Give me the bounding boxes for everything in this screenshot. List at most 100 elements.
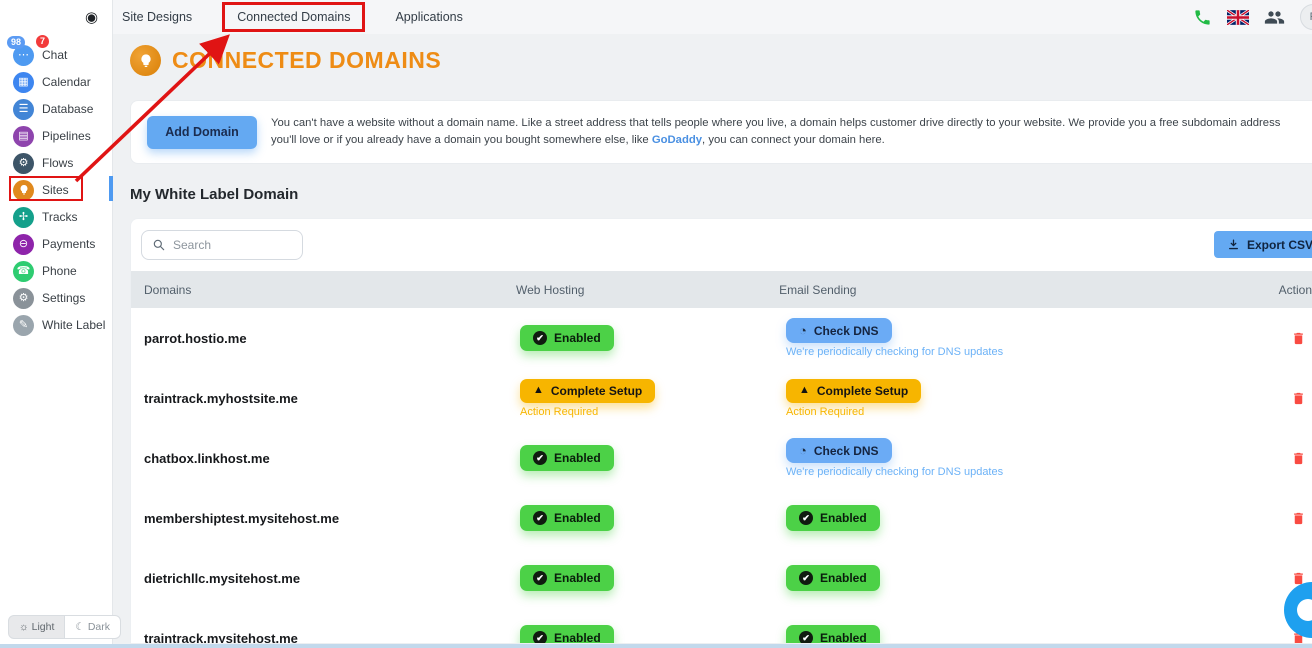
sidebar-item-label: Payments (42, 237, 96, 251)
status-cell: ✔ Enabled (786, 625, 880, 643)
table-header: Domains Web Hosting Email Sending Action (131, 271, 1312, 308)
domain-name: chatbox.linkhost.me (144, 450, 270, 466)
banner-description: You can't have a website without a domai… (271, 116, 1281, 147)
flows-icon: ⚙ (13, 152, 34, 174)
sidebar-item-payments[interactable]: ⊖ Payments (13, 233, 113, 255)
status-badge-enabled[interactable]: ✔ Enabled (520, 445, 614, 471)
add-domain-button[interactable]: Add Domain (147, 115, 257, 149)
column-header-email-sending: Email Sending (779, 282, 857, 297)
lightbulb-icon (130, 45, 161, 76)
trash-icon (1294, 392, 1303, 404)
sidebar-item-label: Settings (42, 291, 86, 305)
database-icon: ☰ (13, 98, 34, 120)
delete-button[interactable] (1291, 450, 1306, 467)
delete-button[interactable] (1291, 510, 1306, 527)
status-badge-enabled[interactable]: ✔ Enabled (520, 325, 614, 351)
status-cell: ✔ Enabled (786, 505, 880, 531)
search-input[interactable] (173, 238, 283, 252)
status-cell: ✔ Enabled (520, 325, 614, 351)
sidebar-item-pipelines[interactable]: ▤ Pipelines (13, 125, 113, 147)
status-badge-check-dns[interactable]: ◔ Check DNS (786, 318, 892, 343)
download-icon (1227, 238, 1240, 251)
godaddy-link[interactable]: GoDaddy (652, 134, 702, 146)
sidebar-item-database[interactable]: ☰ Database (13, 98, 113, 120)
dark-mode-button[interactable]: ☾ Dark (65, 615, 121, 639)
status-badge-enabled[interactable]: ✔ Enabled (786, 625, 880, 643)
warning-icon: ▲ (533, 384, 544, 396)
status-cell: ✔ Enabled (786, 565, 880, 591)
column-header-action: Action (1278, 282, 1312, 297)
tab-connected-domains[interactable]: Connected Domains (222, 2, 366, 32)
sidebar-item-label: Pipelines (42, 129, 91, 143)
sidebar-collapse-icon[interactable]: ◉ (85, 8, 98, 26)
status-subtext: We're periodically checking for DNS upda… (786, 346, 1004, 358)
search-box (141, 230, 303, 260)
column-header-web-hosting: Web Hosting (515, 282, 585, 297)
status-subtext: We're periodically checking for DNS upda… (786, 466, 1004, 478)
status-badge-enabled[interactable]: ✔ Enabled (786, 505, 880, 531)
sidebar-item-chat[interactable]: ⋯ Chat 98 7 (7, 34, 113, 66)
status-cell: ▲ Complete Setup Action Required (786, 378, 922, 418)
trash-icon (1294, 512, 1303, 524)
status-badge-check-dns[interactable]: ◔ Check DNS (786, 438, 892, 463)
table-row: parrot.hostio.me ✔ Enabled ◔ Check DNS We're … (131, 308, 1312, 368)
theme-toggle: ☼ Light ☾ Dark (8, 615, 121, 639)
phone-icon: ☎ (13, 260, 34, 282)
sidebar-item-settings[interactable]: ⚙ Settings (13, 287, 113, 309)
chat-count-badge: 7 (35, 34, 50, 49)
light-mode-button[interactable]: ☼ Light (8, 615, 66, 639)
tab-bar: Site Designs Connected Domains Applicati… (113, 2, 463, 32)
status-badge-complete-setup[interactable]: ▲ Complete Setup (520, 378, 656, 403)
warning-icon: ▲ (799, 384, 810, 396)
delete-button[interactable] (1291, 330, 1306, 347)
status-badge-complete-setup[interactable]: ▲ Complete Setup (786, 378, 922, 403)
table-row: dietrichllc.mysitehost.me ✔ Enabled ✔ Enable… (131, 548, 1312, 608)
sidebar-item-label: Calendar (42, 75, 91, 89)
status-subtext: Action Required (520, 405, 599, 418)
domain-name: dietrichllc.mysitehost.me (144, 570, 301, 586)
contacts-icon[interactable] (1264, 7, 1285, 28)
check-icon: ✔ (799, 511, 813, 525)
check-icon: ✔ (533, 631, 547, 643)
sidebar-item-label: Database (42, 102, 94, 116)
sidebar-item-tracks[interactable]: ✢ Tracks (13, 206, 113, 228)
sidebar-item-sites[interactable]: Sites (13, 179, 113, 201)
language-flag-icon[interactable] (1227, 9, 1249, 25)
table-body: parrot.hostio.me ✔ Enabled ◔ Check DNS We're … (131, 308, 1312, 643)
pipelines-icon: ▤ (13, 125, 34, 147)
status-badge-enabled[interactable]: ✔ Enabled (520, 625, 614, 643)
sidebar-item-label: Sites (42, 183, 69, 197)
table-row: membershiptest.mysitehost.me ✔ Enabled ✔ Ena… (131, 488, 1312, 548)
phone-call-icon[interactable] (1193, 8, 1212, 27)
tab-site-designs[interactable]: Site Designs (122, 2, 192, 32)
status-badge-enabled[interactable]: ✔ Enabled (786, 565, 880, 591)
user-avatar[interactable]: F (1300, 4, 1312, 30)
status-cell: ◔ Check DNS We're periodically checking fo… (786, 438, 1003, 478)
sidebar-item-label: Flows (42, 156, 74, 170)
export-csv-button[interactable]: Export CSV (1213, 231, 1312, 258)
check-icon: ✔ (533, 511, 547, 525)
horizontal-scrollbar[interactable] (0, 644, 1312, 648)
sidebar-item-flows[interactable]: ⚙ Flows (13, 152, 113, 174)
sidebar-item-calendar[interactable]: ▦ Calendar (13, 71, 113, 93)
sidebar-item-white-label[interactable]: ✎ White Label (13, 314, 113, 336)
table-row: chatbox.linkhost.me ✔ Enabled ◔ Check DNS We'… (131, 428, 1312, 488)
tab-applications[interactable]: Applications (395, 2, 462, 32)
domain-name: parrot.hostio.me (144, 330, 247, 346)
status-cell: ▲ Complete Setup Action Required (520, 378, 656, 418)
check-icon: ✔ (799, 631, 813, 643)
domain-name: membershiptest.mysitehost.me (144, 510, 340, 526)
sidebar-item-label: Phone (42, 264, 77, 278)
status-badge-enabled[interactable]: ✔ Enabled (520, 565, 614, 591)
help-widget-icon (1297, 599, 1312, 621)
check-icon: ✔ (533, 331, 547, 345)
sidebar-item-phone[interactable]: ☎ Phone (13, 260, 113, 282)
status-cell: ✔ Enabled (520, 625, 614, 643)
delete-button[interactable] (1291, 390, 1306, 407)
status-badge-enabled[interactable]: ✔ Enabled (520, 505, 614, 531)
sun-icon: ☼ (19, 621, 29, 633)
white-label-icon: ✎ (13, 314, 34, 336)
sites-icon (13, 179, 34, 201)
sidebar-menu: ⋯ Chat 98 7 ▦ Calendar ☰ Database ▤ Pipelines ⚙ Flo… (0, 34, 113, 341)
calendar-icon: ▦ (13, 71, 34, 93)
